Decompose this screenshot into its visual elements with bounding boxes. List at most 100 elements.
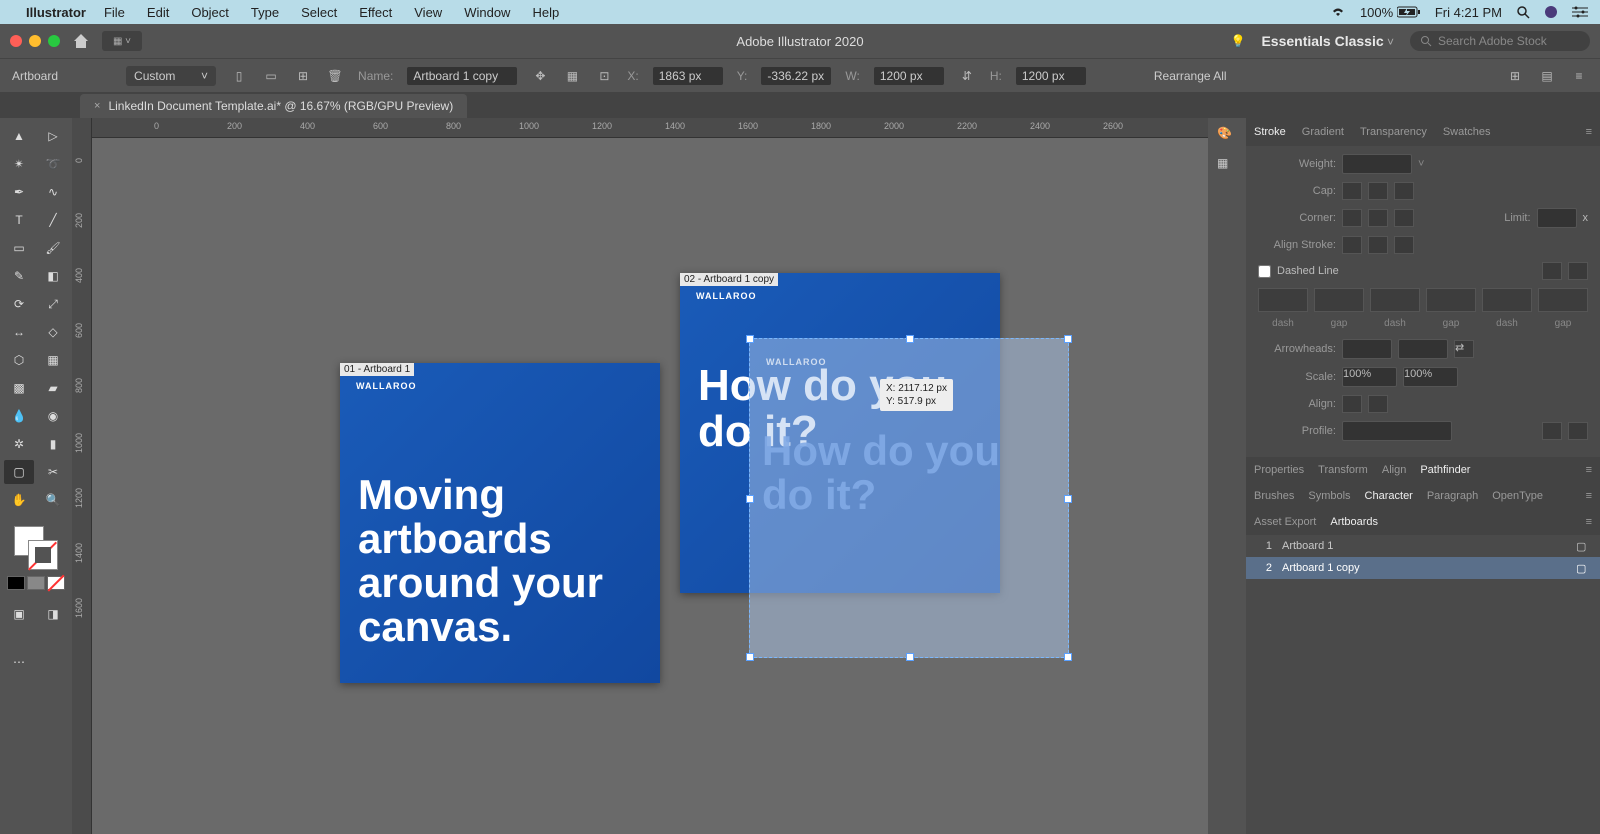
color-panel-icon[interactable]: 🎨 xyxy=(1217,126,1237,146)
wifi-icon[interactable] xyxy=(1330,6,1346,18)
menu-file[interactable]: File xyxy=(104,5,125,20)
artboard-options-icon[interactable]: ▢ xyxy=(1576,540,1590,553)
gap-2[interactable] xyxy=(1426,288,1476,312)
close-window[interactable] xyxy=(10,35,22,47)
tab-properties[interactable]: Properties xyxy=(1254,464,1304,476)
scale-end[interactable]: 100% xyxy=(1403,367,1458,387)
pen-tool[interactable]: ✒ xyxy=(4,180,34,204)
align-tip[interactable] xyxy=(1342,395,1362,413)
shape-builder-tool[interactable]: ⬡ xyxy=(4,348,34,372)
tab-pathfinder[interactable]: Pathfinder xyxy=(1420,464,1470,476)
workspace-switcher[interactable]: Essentials Classic ˅ xyxy=(1261,33,1394,49)
curvature-tool[interactable]: ∿ xyxy=(38,180,68,204)
panel-menu-icon[interactable]: ≡ xyxy=(1586,490,1592,502)
corner-round[interactable] xyxy=(1368,209,1388,227)
tab-paragraph[interactable]: Paragraph xyxy=(1427,490,1478,502)
slice-tool[interactable]: ✂ xyxy=(38,460,68,484)
handle-se[interactable] xyxy=(1064,653,1072,661)
document-tab[interactable]: × LinkedIn Document Template.ai* @ 16.67… xyxy=(80,94,467,118)
zoom-tool[interactable]: 🔍 xyxy=(38,488,68,512)
cap-butt[interactable] xyxy=(1342,182,1362,200)
corner-miter[interactable] xyxy=(1342,209,1362,227)
options-icon[interactable]: ▤ xyxy=(1538,67,1556,85)
tab-stroke[interactable]: Stroke xyxy=(1254,126,1286,138)
blend-tool[interactable]: ◉ xyxy=(38,404,68,428)
handle-w[interactable] xyxy=(746,495,754,503)
orient-portrait-icon[interactable]: ▯ xyxy=(230,67,248,85)
align-outside[interactable] xyxy=(1394,236,1414,254)
tab-align[interactable]: Align xyxy=(1382,464,1406,476)
eraser-tool[interactable]: ◧ xyxy=(38,264,68,288)
artboard-drag-ghost[interactable]: WALLAROO How do you do it? X: 2117.12 px… xyxy=(749,338,1069,658)
swatches-panel-icon[interactable]: ▦ xyxy=(1217,156,1237,176)
tab-symbols[interactable]: Symbols xyxy=(1308,490,1350,502)
edit-toolbar-icon[interactable]: ⋯ xyxy=(4,650,34,674)
change-screen-icon[interactable]: ◨ xyxy=(38,602,68,626)
gradient-mode-icon[interactable] xyxy=(27,576,45,590)
hand-tool[interactable]: ✋ xyxy=(4,488,34,512)
magic-wand-tool[interactable]: ✴ xyxy=(4,152,34,176)
type-tool[interactable]: T xyxy=(4,208,34,232)
paintbrush-tool[interactable]: 🖌 xyxy=(38,236,68,260)
free-transform-tool[interactable]: ◇ xyxy=(38,320,68,344)
tab-swatches[interactable]: Swatches xyxy=(1443,126,1491,138)
screen-mode-icon[interactable]: ▣ xyxy=(4,602,34,626)
panel-menu-icon[interactable]: ≡ xyxy=(1586,126,1592,138)
artboard-tool[interactable]: ▢ xyxy=(4,460,34,484)
rectangle-tool[interactable]: ▭ xyxy=(4,236,34,260)
dash-align-icon[interactable] xyxy=(1568,262,1588,280)
reference-point-icon[interactable]: ⊡ xyxy=(595,67,613,85)
stroke-weight-field[interactable] xyxy=(1342,154,1412,174)
menu-edit[interactable]: Edit xyxy=(147,5,169,20)
align-icon[interactable]: ⊞ xyxy=(1506,67,1524,85)
color-mode-icon[interactable] xyxy=(7,576,25,590)
rearrange-all-button[interactable]: Rearrange All xyxy=(1144,65,1237,87)
cap-round[interactable] xyxy=(1368,182,1388,200)
artboard-list-item-1[interactable]: 1 Artboard 1 ▢ xyxy=(1246,535,1600,557)
battery-status[interactable]: 100% xyxy=(1360,5,1421,20)
link-wh-icon[interactable]: ⇵ xyxy=(958,67,976,85)
orient-landscape-icon[interactable]: ▭ xyxy=(262,67,280,85)
artboard-list-item-2[interactable]: 2 Artboard 1 copy ▢ xyxy=(1246,557,1600,579)
menu-window[interactable]: Window xyxy=(464,5,510,20)
align-end[interactable] xyxy=(1368,395,1388,413)
dash-2[interactable] xyxy=(1370,288,1420,312)
corner-bevel[interactable] xyxy=(1394,209,1414,227)
tab-asset-export[interactable]: Asset Export xyxy=(1254,516,1316,528)
handle-e[interactable] xyxy=(1064,495,1072,503)
dashed-line-checkbox[interactable] xyxy=(1258,265,1271,278)
y-field[interactable]: -336.22 px xyxy=(761,67,831,85)
artboard-options-icon[interactable]: ▦ xyxy=(563,67,581,85)
direct-selection-tool[interactable]: ▷ xyxy=(38,124,68,148)
width-tool[interactable]: ↔ xyxy=(4,320,34,344)
stroke-swatch[interactable] xyxy=(28,540,58,570)
x-field[interactable]: 1863 px xyxy=(653,67,723,85)
dash-3[interactable] xyxy=(1482,288,1532,312)
gap-3[interactable] xyxy=(1538,288,1588,312)
search-stock[interactable]: Search Adobe Stock xyxy=(1410,31,1590,51)
tab-opentype[interactable]: OpenType xyxy=(1492,490,1543,502)
menu-view[interactable]: View xyxy=(414,5,442,20)
fill-stroke-swatch[interactable] xyxy=(14,526,58,570)
lasso-tool[interactable]: ➰ xyxy=(38,152,68,176)
canvas-area[interactable]: 0 200 400 600 800 1000 1200 1400 1600 18… xyxy=(92,118,1208,834)
selection-tool[interactable]: ▲ xyxy=(4,124,34,148)
panel-menu-icon[interactable]: ≡ xyxy=(1570,67,1588,85)
control-center-icon[interactable] xyxy=(1572,6,1588,18)
graph-tool[interactable]: ▮ xyxy=(38,432,68,456)
menu-object[interactable]: Object xyxy=(191,5,229,20)
w-field[interactable]: 1200 px xyxy=(874,67,944,85)
arrow-start[interactable] xyxy=(1342,339,1392,359)
artboard-1[interactable]: 01 - Artboard 1 WALLAROO Moving artboard… xyxy=(340,363,660,683)
panel-menu-icon[interactable]: ≡ xyxy=(1586,516,1592,528)
menu-help[interactable]: Help xyxy=(532,5,559,20)
flip-across-icon[interactable] xyxy=(1568,422,1588,440)
mesh-tool[interactable]: ▩ xyxy=(4,376,34,400)
cap-project[interactable] xyxy=(1394,182,1414,200)
swap-arrows-icon[interactable]: ⇄ xyxy=(1454,340,1474,358)
tab-transparency[interactable]: Transparency xyxy=(1360,126,1427,138)
gradient-tool[interactable]: ▰ xyxy=(38,376,68,400)
gap-1[interactable] xyxy=(1314,288,1364,312)
handle-ne[interactable] xyxy=(1064,335,1072,343)
menu-type[interactable]: Type xyxy=(251,5,279,20)
